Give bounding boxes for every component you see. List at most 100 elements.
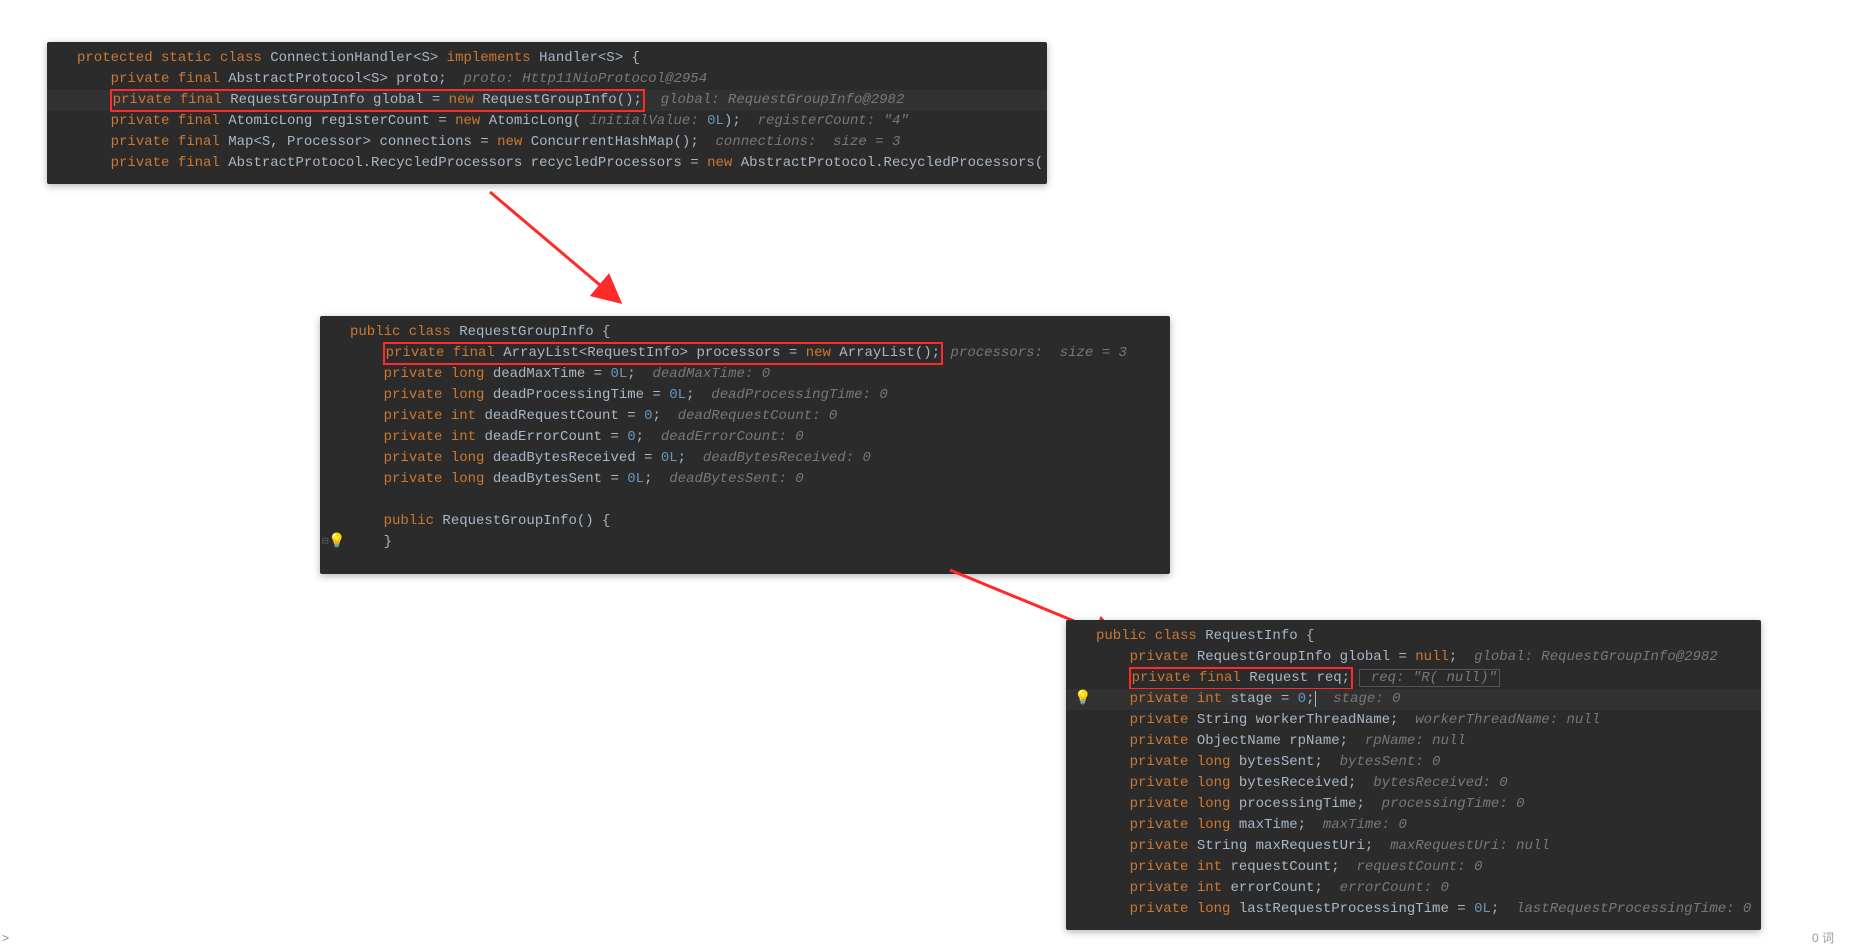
keyword: private final [113,92,231,108]
class-name: RequestGroupInfo { [459,324,610,340]
code-line: private final AbstractProtocol<S> proto;… [47,69,1047,90]
ctor: AtomicLong( [489,113,581,129]
arrow-icon [480,182,640,322]
keyword: public [384,513,443,529]
keyword: private int [384,429,485,445]
ctor: AbstractProtocol.RecycledProcessors( [741,155,1043,171]
keyword: private [1130,838,1197,854]
code-line-highlighted[interactable]: private final RequestGroupInfo global = … [47,90,1047,111]
code-line: private final AtomicLong registerCount =… [47,111,1047,132]
keyword: private long [1130,796,1239,812]
number: 0L [669,387,686,403]
code-line: public class RequestGroupInfo { [320,322,1170,343]
inline-hint: deadMaxTime: 0 [636,366,770,382]
inline-hint: deadRequestCount: 0 [661,408,837,424]
declaration: processingTime; [1239,796,1365,812]
keyword: private long [384,387,493,403]
inline-hint: stage: 0 [1316,691,1400,707]
keyword: implements [447,50,539,66]
code-line [320,490,1170,511]
declaration: String maxRequestUri; [1197,838,1373,854]
number: 0L [1474,901,1491,917]
generic: <S> [413,50,447,66]
number: 0L [627,471,644,487]
code-line: private long deadBytesSent = 0L; deadByt… [320,469,1170,490]
inline-hint: requestCount: 0 [1340,859,1483,875]
bulb-icon[interactable]: 💡 [1074,689,1091,710]
declaration: lastRequestProcessingTime = [1239,901,1474,917]
code-line: private String workerThreadName; workerT… [1066,710,1761,731]
inline-hint: maxTime: 0 [1306,817,1407,833]
keyword: private [1130,733,1197,749]
keyword: null [1415,649,1449,665]
ctor: ConcurrentHashMap(); [531,134,699,150]
declaration: AbstractProtocol.RecycledProcessors recy… [228,155,707,171]
number: 0 [1298,691,1306,707]
inline-hint: maxRequestUri: null [1373,838,1549,854]
declaration: Map<S, Processor> connections = [228,134,497,150]
number: 0L [707,113,724,129]
keyword: private long [1130,754,1239,770]
declaration: RequestGroupInfo global = [1197,649,1415,665]
highlight-redbox: private final ArrayList<RequestInfo> pro… [384,343,943,364]
keyword: private long [384,366,493,382]
declaration: deadProcessingTime = [493,387,669,403]
keyword: new [455,113,489,129]
keyword: private final [386,345,504,361]
keyword: private long [384,450,493,466]
code-line: private final Map<S, Processor> connecti… [47,132,1047,153]
code-line: public class RequestInfo { [1066,626,1761,647]
code-panel-connection-handler[interactable]: protected static class ConnectionHandler… [47,42,1047,184]
declaration: requestCount; [1230,859,1339,875]
code-line: private RequestGroupInfo global = null; … [1066,647,1761,668]
keyword: new [497,134,531,150]
declaration: AbstractProtocol<S> proto; [228,71,446,87]
inline-hint: rpName: null [1348,733,1466,749]
code-line: private String maxRequestUri; maxRequest… [1066,836,1761,857]
inline-hint: global: RequestGroupInfo@2982 [644,92,904,108]
keyword: protected static class [77,50,270,66]
inline-hint: processors: size = 3 [942,345,1127,361]
class-name: ConnectionHandler [270,50,413,66]
declaration: Request req; [1249,670,1350,686]
text: ; [1306,691,1314,707]
keyword: private final [111,113,229,129]
inline-hint: workerThreadName: null [1398,712,1600,728]
declaration: bytesSent; [1239,754,1323,770]
code-panel-request-info[interactable]: public class RequestInfo { private Reque… [1066,620,1761,930]
declaration: bytesReceived; [1239,775,1357,791]
declaration: deadBytesReceived = [493,450,661,466]
interface-name: Handler [539,50,598,66]
code-panel-request-group-info[interactable]: public class RequestGroupInfo { private … [320,316,1170,574]
code-line: private final Request req; req: "R( null… [1066,668,1761,689]
code-line: private int requestCount; requestCount: … [1066,857,1761,878]
declaration: stage = [1230,691,1297,707]
text: <S> { [598,50,640,66]
ctor-name: RequestGroupInfo() { [442,513,610,529]
inline-hint: registerCount: "4" [741,113,909,129]
declaration: ObjectName rpName; [1197,733,1348,749]
code-line: private long bytesSent; bytesSent: 0 [1066,752,1761,773]
code-line: public RequestGroupInfo() { [320,511,1170,532]
code-line: private final ArrayList<RequestInfo> pro… [320,343,1170,364]
code-line: private int deadRequestCount = 0; deadRe… [320,406,1170,427]
keyword: private long [384,471,493,487]
declaration: deadRequestCount = [484,408,644,424]
code-line-highlighted[interactable]: 💡 private int stage = 0; stage: 0 [1066,689,1761,710]
keyword: private long [1130,901,1239,917]
number: 0 [627,429,635,445]
code-line: private ObjectName rpName; rpName: null [1066,731,1761,752]
keyword: private final [1132,670,1250,686]
declaration: deadMaxTime = [493,366,611,382]
code-line: private final AbstractProtocol.RecycledP… [47,153,1047,174]
inline-hint: errorCount: 0 [1323,880,1449,896]
declaration: AtomicLong registerCount = [228,113,455,129]
keyword: public class [350,324,459,340]
inline-hint: lastRequestProcessingTime: 0 [1499,901,1751,917]
declaration: deadBytesSent = [493,471,627,487]
ctor: ArrayList(); [839,345,940,361]
keyword: private long [1130,817,1239,833]
bulb-icon[interactable]: 💡 [328,532,345,553]
highlight-redbox: private final RequestGroupInfo global = … [111,90,644,111]
inline-hint: bytesSent: 0 [1323,754,1441,770]
